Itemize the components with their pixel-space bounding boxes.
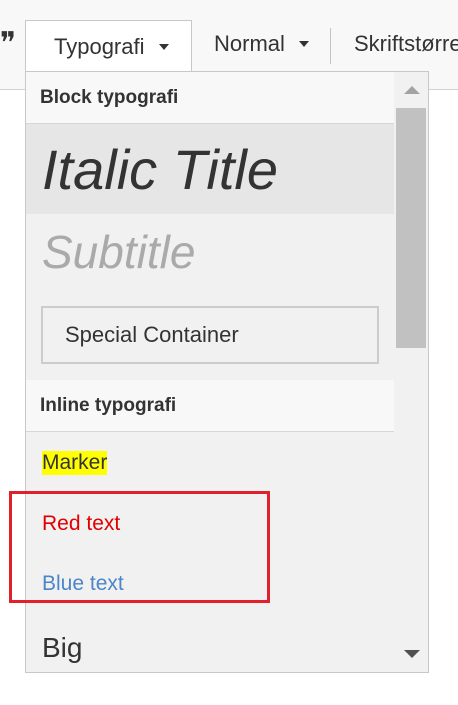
style-subtitle[interactable]: Subtitle — [26, 214, 394, 290]
font-size-combo-label: Skriftstørrelse — [354, 31, 458, 56]
block-styles-header: Block typografi — [26, 72, 394, 124]
font-size-combo[interactable]: Skriftstørrelse — [354, 20, 458, 68]
style-special-container-label: Special Container — [65, 322, 239, 347]
style-big[interactable]: Big — [26, 614, 394, 672]
dropdown-scrollbar[interactable] — [394, 72, 428, 672]
special-container-box: Special Container — [41, 306, 379, 364]
annotation-highlight-box — [9, 491, 270, 603]
format-combo-label: Normal — [214, 31, 285, 56]
scroll-up-arrow-icon[interactable] — [404, 86, 420, 94]
style-subtitle-label: Subtitle — [42, 226, 196, 278]
scroll-down-arrow-icon[interactable] — [404, 650, 420, 658]
style-special-container[interactable]: Special Container — [26, 290, 394, 380]
chevron-down-icon — [158, 43, 169, 50]
style-italic-title[interactable]: Italic Title — [26, 124, 394, 214]
toolbar-separator — [330, 28, 331, 64]
styles-combo-label: Typografi — [54, 33, 145, 59]
styles-combo[interactable]: Typografi — [25, 20, 192, 72]
format-combo[interactable]: Normal — [214, 20, 318, 68]
inline-styles-header: Inline typografi — [26, 380, 394, 432]
scrollbar-thumb[interactable] — [396, 108, 426, 348]
style-big-label: Big — [42, 632, 83, 663]
chevron-down-icon — [298, 41, 309, 47]
style-marker[interactable]: Marker — [26, 432, 394, 494]
style-marker-label: Marker — [42, 451, 108, 475]
style-italic-title-label: Italic Title — [42, 137, 279, 201]
quote-icon[interactable]: ❞ — [0, 26, 14, 62]
